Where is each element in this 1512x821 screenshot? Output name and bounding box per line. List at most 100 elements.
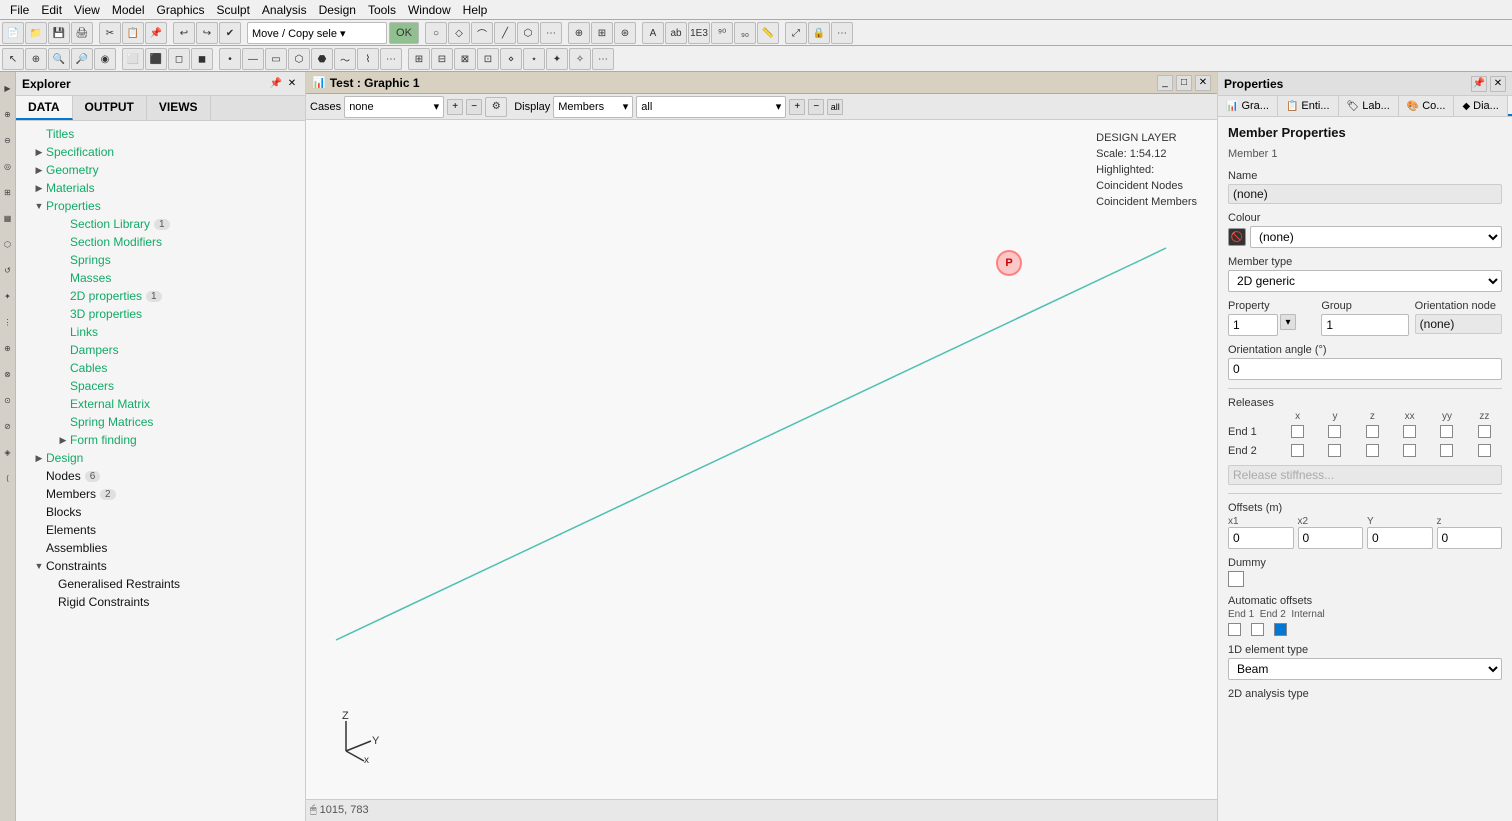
viewport-canvas[interactable]: P DESIGN LAYER Scale: 1:54.12 Highlighte… [306,120,1217,799]
strip-btn-14[interactable]: ⊘ [1,414,15,438]
tree-item-section-modifiers[interactable]: Section Modifiers [16,233,305,251]
tb2-sym8[interactable]: ✧ [569,48,591,70]
explorer-tab-views[interactable]: VIEWS [147,96,211,120]
end2-x-checkbox[interactable] [1291,444,1304,457]
strip-btn-11[interactable]: ⊕ [1,336,15,360]
menu-sculpt[interactable]: Sculpt [211,3,256,17]
tb2-sym2[interactable]: ⊟ [431,48,453,70]
tb-diamond[interactable]: ◇ [448,22,470,44]
strip-btn-15[interactable]: ◈ [1,440,15,464]
end1-z-checkbox[interactable] [1366,425,1379,438]
tb2-zoom-in[interactable]: 🔎 [71,48,93,70]
view-info[interactable]: all [827,99,843,115]
tb-ok[interactable]: OK [389,22,419,44]
dummy-checkbox[interactable] [1228,571,1244,587]
strip-btn-10[interactable]: ⋮ [1,310,15,334]
tree-item-spacers[interactable]: Spacers [16,377,305,395]
1d-element-type-select[interactable]: Beam [1228,658,1502,680]
tb-poly[interactable]: ⬡ [517,22,539,44]
all-dropdown[interactable]: all ▾ [636,96,786,118]
offset-y-input[interactable] [1367,527,1433,549]
tb-num1[interactable]: 1E3 [688,22,710,44]
offset-x2-input[interactable] [1298,527,1364,549]
move-copy-dropdown[interactable]: Move / Copy sele ▾ [247,22,387,44]
tb-more1[interactable]: ⋯ [540,22,562,44]
tb2-add[interactable]: ⊕ [25,48,47,70]
tree-item-2d-properties[interactable]: 2D properties 1 [16,287,305,305]
end2-xx-checkbox[interactable] [1403,444,1416,457]
strip-btn-8[interactable]: ↺ [1,258,15,282]
viewport-maximize[interactable]: □ [1176,75,1192,91]
end2-zz-checkbox[interactable] [1478,444,1491,457]
tree-item-spring-matrices[interactable]: Spring Matrices [16,413,305,431]
tree-item-properties[interactable]: ▼ Properties [16,197,305,215]
offset-x1-input[interactable] [1228,527,1294,549]
tree-item-constraints[interactable]: ▼ Constraints [16,557,305,575]
prop-orientation-angle-input[interactable] [1228,358,1502,380]
tb-attract[interactable]: ⊛ [614,22,636,44]
end2-z-checkbox[interactable] [1366,444,1379,457]
menu-tools[interactable]: Tools [362,3,402,17]
tb2-sym5[interactable]: ⋄ [500,48,522,70]
tree-item-springs[interactable]: Springs [16,251,305,269]
end1-y-checkbox[interactable] [1328,425,1341,438]
menu-design[interactable]: Design [313,3,362,17]
cases-remove[interactable]: − [466,99,482,115]
tb2-sym3[interactable]: ⊠ [454,48,476,70]
menu-help[interactable]: Help [457,3,494,17]
tree-item-section-library[interactable]: Section Library 1 [16,215,305,233]
strip-btn-1[interactable]: ▶ [1,76,15,100]
tree-item-generalised-restraints[interactable]: Generalised Restraints [16,575,305,593]
right-panel-pin[interactable]: 📌 [1471,76,1487,92]
tb-more2[interactable]: ⋯ [831,22,853,44]
tb-paste[interactable]: 📌 [145,22,167,44]
auto-off-end1-checkbox[interactable] [1228,623,1241,636]
auto-off-end2-checkbox[interactable] [1251,623,1264,636]
tree-item-specification[interactable]: ▶ Specification [16,143,305,161]
explorer-tab-output[interactable]: OUTPUT [73,96,147,120]
end1-xx-checkbox[interactable] [1403,425,1416,438]
menu-edit[interactable]: Edit [35,3,68,17]
rp-tab-lab[interactable]: 🏷 Lab... [1339,96,1399,116]
tb-print[interactable]: 🖨 [71,22,93,44]
right-panel-close[interactable]: ✕ [1490,76,1506,92]
tb-lock[interactable]: 🔒 [808,22,830,44]
menu-graphics[interactable]: Graphics [151,3,211,17]
rp-tab-pro[interactable]: ⚙ Pro... [1508,96,1512,116]
tb-copy[interactable]: 📋 [122,22,144,44]
tb2-sym6[interactable]: ⋆ [523,48,545,70]
tree-item-masses[interactable]: Masses [16,269,305,287]
tree-item-blocks[interactable]: Blocks [16,503,305,521]
offset-z-input[interactable] [1437,527,1503,549]
tb-sup[interactable]: ⁹⁰ [711,22,733,44]
strip-btn-5[interactable]: ⊞ [1,180,15,204]
viewport-close[interactable]: ✕ [1195,75,1211,91]
cases-dropdown[interactable]: none ▾ [344,96,444,118]
tree-item-members[interactable]: Members 2 [16,485,305,503]
tb2-more2[interactable]: ⋯ [592,48,614,70]
tb2-view2[interactable]: ⬛ [145,48,167,70]
tb-check[interactable]: ✔ [219,22,241,44]
tb-font[interactable]: ab [665,22,687,44]
tree-item-materials[interactable]: ▶ Materials [16,179,305,197]
tb-resize[interactable]: ⤢ [785,22,807,44]
strip-btn-6[interactable]: ▦ [1,206,15,230]
tb-ruler[interactable]: 📏 [757,22,779,44]
tb2-sym1[interactable]: ⊞ [408,48,430,70]
tb-open[interactable]: 📁 [25,22,47,44]
tb-new[interactable]: 📄 [2,22,24,44]
cases-settings[interactable]: ⚙ [485,97,507,117]
strip-btn-3[interactable]: ⊖ [1,128,15,152]
strip-btn-2[interactable]: ⊕ [1,102,15,126]
tb2-circle2[interactable]: ◉ [94,48,116,70]
end2-yy-checkbox[interactable] [1440,444,1453,457]
tb-snap[interactable]: ⊕ [568,22,590,44]
tree-item-geometry[interactable]: ▶ Geometry [16,161,305,179]
cases-add[interactable]: + [447,99,463,115]
tree-item-nodes[interactable]: Nodes 6 [16,467,305,485]
tb-arc[interactable]: ⌒ [471,22,493,44]
tree-item-links[interactable]: Links [16,323,305,341]
tb-text[interactable]: A [642,22,664,44]
end1-x-checkbox[interactable] [1291,425,1304,438]
prop-property-dropdown[interactable]: ▾ [1280,314,1296,330]
